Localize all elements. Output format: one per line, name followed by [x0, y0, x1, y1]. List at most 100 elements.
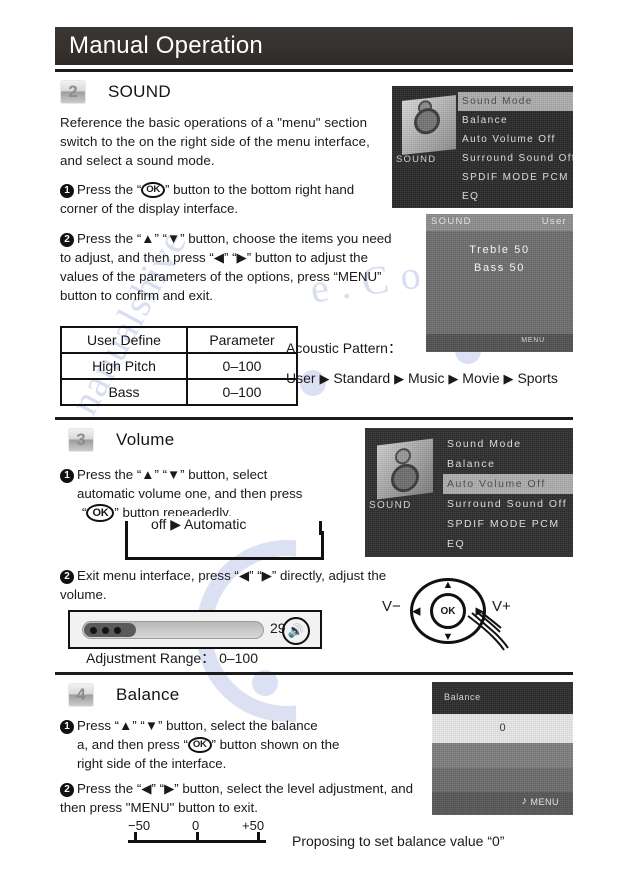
tv-balance-footer: ♪ MENU — [432, 792, 573, 815]
tv-balance-band-2 — [432, 768, 573, 792]
tv-balance-header: Balance — [432, 682, 573, 714]
tv-eq-bass-value[interactable]: Bass 50 — [426, 262, 573, 274]
acoustic-pattern-chain: User ▶ Standard ▶ Music ▶ Movie ▶ Sports — [286, 366, 576, 391]
acoustic-mode-user: User — [286, 370, 316, 386]
arrow-right-icon: ▶ — [319, 371, 330, 386]
sound-step-2: 2 Press the “▲” “▼” button, choose the it… — [60, 229, 395, 305]
tv-eq-user-label: User — [541, 216, 567, 227]
section-number-badge: 2 — [60, 80, 86, 104]
balance-step2-text: Press the “◀” “▶” button, select the lev… — [60, 781, 414, 815]
sound-intro-text: Reference the basic operations of a "men… — [60, 115, 370, 168]
tv-sound-label: SOUND — [396, 154, 437, 165]
balance-scale-mid: 0 — [192, 818, 200, 833]
tv-menu-item-surround-sound[interactable]: Surround Sound Off — [458, 149, 573, 168]
tv-menu-item-auto-volume[interactable]: Auto Volume Off — [443, 474, 573, 494]
dpad-left-icon[interactable]: ◀ — [412, 605, 420, 618]
tv-menu-item-eq[interactable]: EQ — [443, 534, 573, 554]
volume-cycle-diagram: off ▶ Automatic — [125, 516, 324, 561]
table-cell-bass: Bass — [60, 378, 188, 406]
section-number-badge: 3 — [68, 428, 94, 452]
table-cell-bass-range: 0–100 — [186, 378, 298, 406]
arrow-right-icon: ▶ — [394, 371, 405, 386]
balance-step-2: 2 Press the “◀” “▶” button, select the le… — [60, 779, 423, 817]
page-title: Manual Operation — [69, 32, 263, 59]
step-number: 1 — [60, 469, 74, 483]
balance-scale-labels: −50 0 +50 — [128, 818, 270, 835]
cycle-left-stem — [125, 521, 128, 535]
table-row-header: User Define Parameter — [60, 326, 298, 354]
tv-menu-item-sound-mode[interactable]: Sound Mode — [458, 92, 573, 111]
pointing-hand-icon — [467, 612, 509, 651]
balance-scale-diagram: −50 0 +50 — [128, 818, 270, 854]
balance-step-1: 1 Press “▲” “▼” button, select the balanc… — [60, 716, 420, 773]
tv-menu-item-balance[interactable]: Balance — [443, 454, 573, 474]
tv-menu-item-spdif-mode[interactable]: SPDIF MODE PCM — [443, 514, 573, 534]
dpad-down-icon[interactable]: ▼ — [443, 631, 454, 643]
step-number: 2 — [60, 783, 74, 797]
sound-step1-pre: Press the “ — [77, 182, 142, 197]
tv-screenshot-sound-menu: SOUND Sound Mode Balance Auto Volume Off… — [392, 86, 573, 208]
tv-eq-topbar: SOUND User — [426, 214, 573, 231]
arrow-right-icon: ▶ — [503, 371, 514, 386]
tv-screenshot-volume-menu: SOUND Sound Mode Balance Auto Volume Off… — [365, 428, 573, 557]
tv-menu-item-balance[interactable]: Balance — [458, 111, 573, 130]
table-header-parameter: Parameter — [186, 326, 298, 354]
page-title-bar: Manual Operation — [55, 27, 573, 65]
tv-eq-menu-label[interactable]: MENU — [521, 337, 545, 344]
volume-step1-line2: automatic volume one, and then press — [77, 486, 303, 501]
sound-step-1: 1 Press the “OK” button to the bottom rig… — [60, 180, 395, 218]
volume-down-label: V− — [382, 598, 401, 615]
tv-balance-band-1 — [432, 743, 573, 768]
volume-dots — [90, 627, 121, 634]
step-number: 2 — [60, 570, 74, 584]
speaker-icon[interactable]: 🔊 — [282, 617, 310, 645]
tv-screenshot-user-eq: SOUND User Treble 50 Bass 50 MENU — [426, 214, 573, 352]
section-header-balance: 4 Balance — [68, 683, 180, 707]
volume-step1-line1: Press the “▲” “▼” button, select — [77, 467, 268, 482]
balance-proposing-note: Proposing to set balance value “0” — [292, 833, 505, 849]
section-number-badge: 4 — [68, 683, 94, 707]
acoustic-mode-music: Music — [407, 370, 445, 386]
dpad-up-icon[interactable]: ▲ — [443, 579, 454, 591]
tv-menu-item-sound-mode[interactable]: Sound Mode — [443, 434, 573, 454]
volume-track[interactable] — [82, 621, 264, 639]
volume-step-1: 1 Press the “▲” “▼” button, select automa… — [60, 465, 370, 523]
balance-scale-max: +50 — [242, 818, 265, 833]
balance-scale-tick-min — [134, 832, 137, 843]
speaker-illustration-icon — [402, 95, 456, 155]
tv-menu-list: Sound Mode Balance Auto Volume Off Surro… — [443, 434, 573, 554]
arrow-right-icon: ▶ — [448, 371, 459, 386]
ok-button-glyph: OK — [187, 737, 212, 754]
balance-scale-min: −50 — [128, 818, 151, 833]
balance-step1-line2-post: ” button shown on the — [211, 737, 340, 752]
section-header-sound: 2 SOUND — [60, 80, 171, 104]
section-title-volume: Volume — [116, 430, 175, 449]
acoustic-mode-standard: Standard — [333, 370, 391, 386]
section-header-volume: 3 Volume — [68, 428, 175, 452]
divider-after-sound — [55, 417, 573, 420]
acoustic-mode-movie: Movie — [462, 370, 500, 386]
dpad-ok-button[interactable]: OK — [430, 593, 466, 629]
volume-bar-widget[interactable]: 29 🔊 — [68, 610, 322, 649]
balance-scale-tick-max — [257, 832, 260, 843]
tv-menu-item-eq[interactable]: EQ — [458, 187, 573, 206]
tv-menu-item-auto-volume[interactable]: Auto Volume Off — [458, 130, 573, 149]
user-define-table: User Define Parameter High Pitch 0–100 B… — [60, 326, 298, 406]
step-number: 2 — [60, 233, 74, 247]
tv-menu-item-spdif-mode[interactable]: SPDIF MODE PCM — [458, 168, 573, 187]
acoustic-mode-sports: Sports — [517, 370, 558, 386]
table-row: Bass 0–100 — [60, 378, 298, 406]
table-cell-high-pitch-range: 0–100 — [186, 352, 298, 380]
tv-balance-menu-label[interactable]: MENU — [531, 797, 560, 807]
tv-eq-treble-value[interactable]: Treble 50 — [426, 244, 573, 256]
tv-menu-item-surround-sound[interactable]: Surround Sound Off — [443, 494, 573, 514]
volume-step2-text: Exit menu interface, press “◀” “▶” direc… — [60, 568, 387, 602]
ok-button-glyph: OK — [86, 504, 115, 523]
cycle-box — [125, 531, 324, 560]
tv-noise-overlay — [426, 214, 573, 352]
tv-menu-list: Sound Mode Balance Auto Volume Off Surro… — [458, 92, 573, 206]
volume-step-2: 2 Exit menu interface, press “◀” “▶” dire… — [60, 566, 390, 604]
tv-eq-sound-label: SOUND — [431, 216, 472, 227]
tv-balance-value[interactable]: 0 — [432, 714, 573, 743]
speaker-illustration-icon — [377, 438, 433, 500]
